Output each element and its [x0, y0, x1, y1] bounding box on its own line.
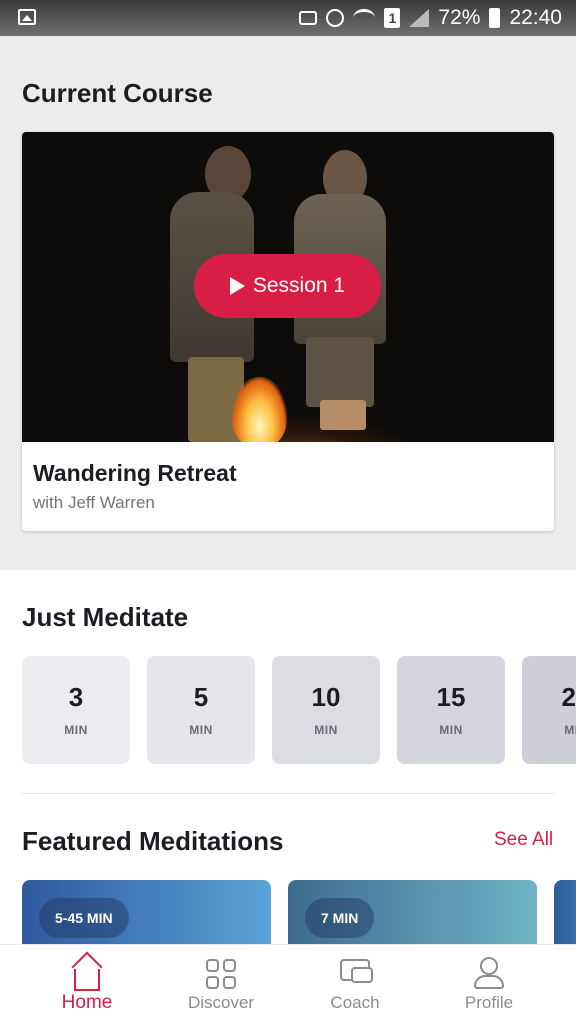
profile-icon [474, 975, 504, 989]
session-play-button[interactable]: Session 1 [194, 254, 381, 318]
chat-icon [351, 967, 373, 983]
see-all-link[interactable]: See All [494, 829, 553, 851]
bottom-nav: Home Discover Coach Profile [0, 944, 576, 1024]
duration-tile[interactable]: 3 MIN [22, 656, 130, 764]
duration-value: 10 [311, 682, 341, 712]
gallery-icon [18, 9, 36, 25]
wifi-icon [353, 9, 376, 27]
current-course-card[interactable]: Session 1 Wandering Retreat with Jeff Wa… [22, 132, 554, 531]
duration-badge: 7 MIN [305, 898, 375, 938]
duration-value: 5 [193, 682, 209, 712]
nav-discover[interactable]: Discover [154, 945, 288, 1024]
just-meditate-title: Just Meditate [22, 602, 189, 632]
signal-icon [409, 9, 430, 27]
course-subtitle: with Jeff Warren [33, 493, 155, 512]
featured-card[interactable]: 7 MIN [288, 880, 537, 950]
clock: 22:40 [509, 6, 562, 29]
nav-discover-label: Discover [187, 993, 255, 1012]
alarm-icon [326, 9, 345, 27]
nav-coach[interactable]: Coach [288, 945, 422, 1024]
duration-unit: MIN [64, 723, 88, 737]
nav-coach-label: Coach [330, 993, 380, 1012]
duration-unit: MIN [564, 723, 576, 737]
battery-icon [489, 8, 501, 28]
duration-value: 20 [561, 682, 576, 712]
status-bar: 1 72% 22:40 [0, 0, 576, 36]
status-icons: 1 72% 22:40 [299, 6, 562, 30]
duration-value: 15 [436, 682, 466, 712]
duration-tile[interactable]: 15 MIN [397, 656, 505, 764]
nav-profile[interactable]: Profile [422, 945, 556, 1024]
duration-unit: MIN [189, 723, 213, 737]
play-icon [229, 277, 245, 295]
duration-value: 3 [68, 682, 84, 712]
featured-card[interactable] [554, 880, 576, 950]
nav-profile-label: Profile [464, 993, 514, 1012]
duration-tile[interactable]: 10 MIN [272, 656, 380, 764]
featured-title: Featured Meditations [22, 826, 284, 856]
campfire-flame [232, 377, 287, 442]
nav-home-label: Home [61, 992, 113, 1013]
nav-home[interactable]: Home [20, 945, 154, 1024]
current-course-title: Current Course [22, 78, 213, 108]
person-legs [306, 337, 374, 407]
duration-unit: MIN [314, 723, 338, 737]
sim-icon: 1 [384, 8, 401, 28]
divider [22, 793, 554, 794]
person-legs [320, 400, 366, 430]
duration-list[interactable]: 3 MIN 5 MIN 10 MIN 15 MIN 20 MIN [0, 656, 576, 766]
duration-tile[interactable]: 5 MIN [147, 656, 255, 764]
duration-badge: 5-45 MIN [39, 898, 129, 938]
mute-icon [299, 11, 318, 25]
home-icon [74, 969, 100, 991]
featured-card[interactable]: 5-45 MIN [22, 880, 271, 950]
profile-icon [480, 957, 498, 975]
battery-percent: 72% [438, 6, 481, 29]
session-button-label: Session 1 [252, 274, 346, 297]
grid-icon [206, 959, 236, 989]
featured-list[interactable]: 5-45 MIN 7 MIN [0, 880, 576, 950]
course-title: Wandering Retreat [33, 460, 237, 486]
duration-tile[interactable]: 20 MIN [522, 656, 576, 764]
duration-unit: MIN [439, 723, 463, 737]
